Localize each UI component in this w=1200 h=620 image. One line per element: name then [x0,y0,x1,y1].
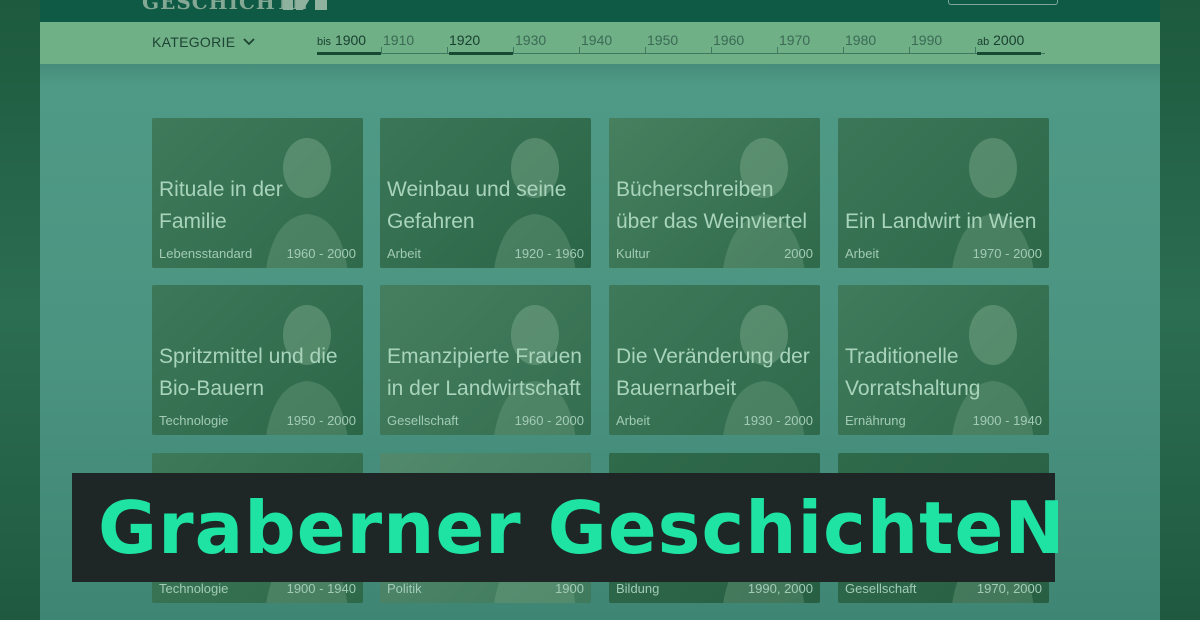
story-card[interactable]: Ein Landwirt in Wien Arbeit 1970 - 2000 [838,118,1049,268]
timeline-year-label: 1990 [911,32,943,48]
card-category: Kultur [616,246,650,261]
timeline-year-1910[interactable]: 1910 [383,32,414,48]
timeline-tick [843,47,844,54]
timeline-tick [381,47,382,54]
timeline-year-label: 1940 [581,32,613,48]
card-category: Ernährung [845,413,906,428]
timeline-tick [513,47,514,54]
card-title: Emanzipierte Frauen in der Landwirtschaf… [387,345,582,400]
timeline-year-label: 1950 [647,32,679,48]
card-years: 2000 [784,246,813,261]
title-banner: Graberner GeschichteN [72,473,1065,582]
card-years: 1900 - 1940 [972,413,1042,428]
timeline-year-2000[interactable]: ab 2000 [977,32,1024,48]
card-years: 1970, 2000 [976,581,1042,596]
timeline-prefix: bis [317,36,332,48]
card-category: Arbeit [616,413,650,428]
card-category: Bildung [616,581,660,596]
timeline-year-1970[interactable]: 1970 [779,32,810,48]
timeline-year-1900[interactable]: bis 1900 [317,32,366,48]
card-category: Gesellschaft [845,581,917,596]
card-years: 1990, 2000 [747,581,813,596]
timeline-year-label: 1930 [515,32,547,48]
timeline-tick [447,47,448,54]
timeline-year-label: 1980 [845,32,877,48]
top-header: GESCHICHTE [40,0,1160,22]
card-title: Weinbau und seine Gefahren [387,178,567,233]
timeline-year-1920[interactable]: 1920 [449,32,480,48]
story-card[interactable]: Traditionelle Vorratshaltung Ernährung 190… [838,285,1049,435]
banner-title: Graberner GeschichteN [98,486,1066,570]
page: GESCHICHTE KATEGORIE bis 1900 1910 1920 193… [40,0,1160,620]
timeline-year-label: 2000 [993,32,1025,48]
card-category: Arbeit [387,246,421,261]
timeline-selected-segment [317,52,381,55]
card-category: Politik [387,581,422,596]
card-years: 1920 - 1960 [514,246,584,261]
timeline-tick [645,47,646,54]
story-card[interactable]: Spritzmittel und die Bio-Bauern Technolog… [152,285,363,435]
timeline-selected-segment [977,52,1041,55]
card-years: 1960 - 2000 [286,246,356,261]
card-years: 1960 - 2000 [514,413,584,428]
category-dropdown[interactable]: KATEGORIE [152,34,255,50]
story-card[interactable]: Rituale in der Familie Lebensstandard 1960… [152,118,363,268]
timeline-prefix: ab [977,36,990,48]
timeline-year-1990[interactable]: 1990 [911,32,942,48]
card-years: 1900 - 1940 [286,581,356,596]
card-category: Gesellschaft [387,413,459,428]
timeline-year-1960[interactable]: 1960 [713,32,744,48]
timeline-tick [711,47,712,54]
card-category: Arbeit [845,246,879,261]
timeline-year-label: 1920 [449,32,481,48]
story-card[interactable]: Bücherschreiben über das Weinviertel Kult… [609,118,820,268]
story-card[interactable]: Weinbau und seine Gefahren Arbeit 1920 - 1… [380,118,591,268]
story-card[interactable]: Die Veränderung der Bauernarbeit Arbeit 19… [609,285,820,435]
card-title: Die Veränderung der Bauernarbeit [616,345,810,400]
timeline-tick [909,47,910,54]
year-timeline[interactable]: bis 1900 1910 1920 1930 1940 1950 1960 1970 1980… [317,30,1045,60]
timeline-selected-segment [449,52,513,55]
category-dropdown-label: KATEGORIE [152,34,236,50]
chevron-down-icon [243,38,255,46]
timeline-tick [579,47,580,54]
timeline-year-1980[interactable]: 1980 [845,32,876,48]
card-years: 1900 [555,581,584,596]
card-years: 1970 - 2000 [972,246,1042,261]
header-button[interactable] [948,0,1058,5]
timeline-year-label: 1970 [779,32,811,48]
card-years: 1950 - 2000 [286,413,356,428]
timeline-year-label: 1910 [383,32,415,48]
timeline-year-label: 1960 [713,32,745,48]
card-category: Technologie [159,413,229,428]
timeline-year-label: 1900 [334,32,367,48]
card-years: 1930 - 2000 [743,413,813,428]
card-title: Traditionelle Vorratshaltung [845,345,981,400]
timeline-tick [975,47,976,54]
logo-icon[interactable] [283,0,331,10]
timeline-track [317,53,1045,54]
timeline-year-1930[interactable]: 1930 [515,32,546,48]
timeline-tick [777,47,778,54]
card-title: Bücherschreiben über das Weinviertel [616,178,808,233]
card-title: Spritzmittel und die Bio-Bauern [159,345,338,400]
timeline-year-1940[interactable]: 1940 [581,32,612,48]
filter-bar: KATEGORIE bis 1900 1910 1920 1930 1940 1950 19… [40,22,1160,64]
card-category: Lebensstandard [159,246,253,261]
card-title: Rituale in der Familie [159,178,283,233]
timeline-year-1950[interactable]: 1950 [647,32,678,48]
story-card[interactable]: Emanzipierte Frauen in der Landwirtschaf… [380,285,591,435]
card-category: Technologie [159,581,229,596]
card-title: Ein Landwirt in Wien [845,210,1037,233]
